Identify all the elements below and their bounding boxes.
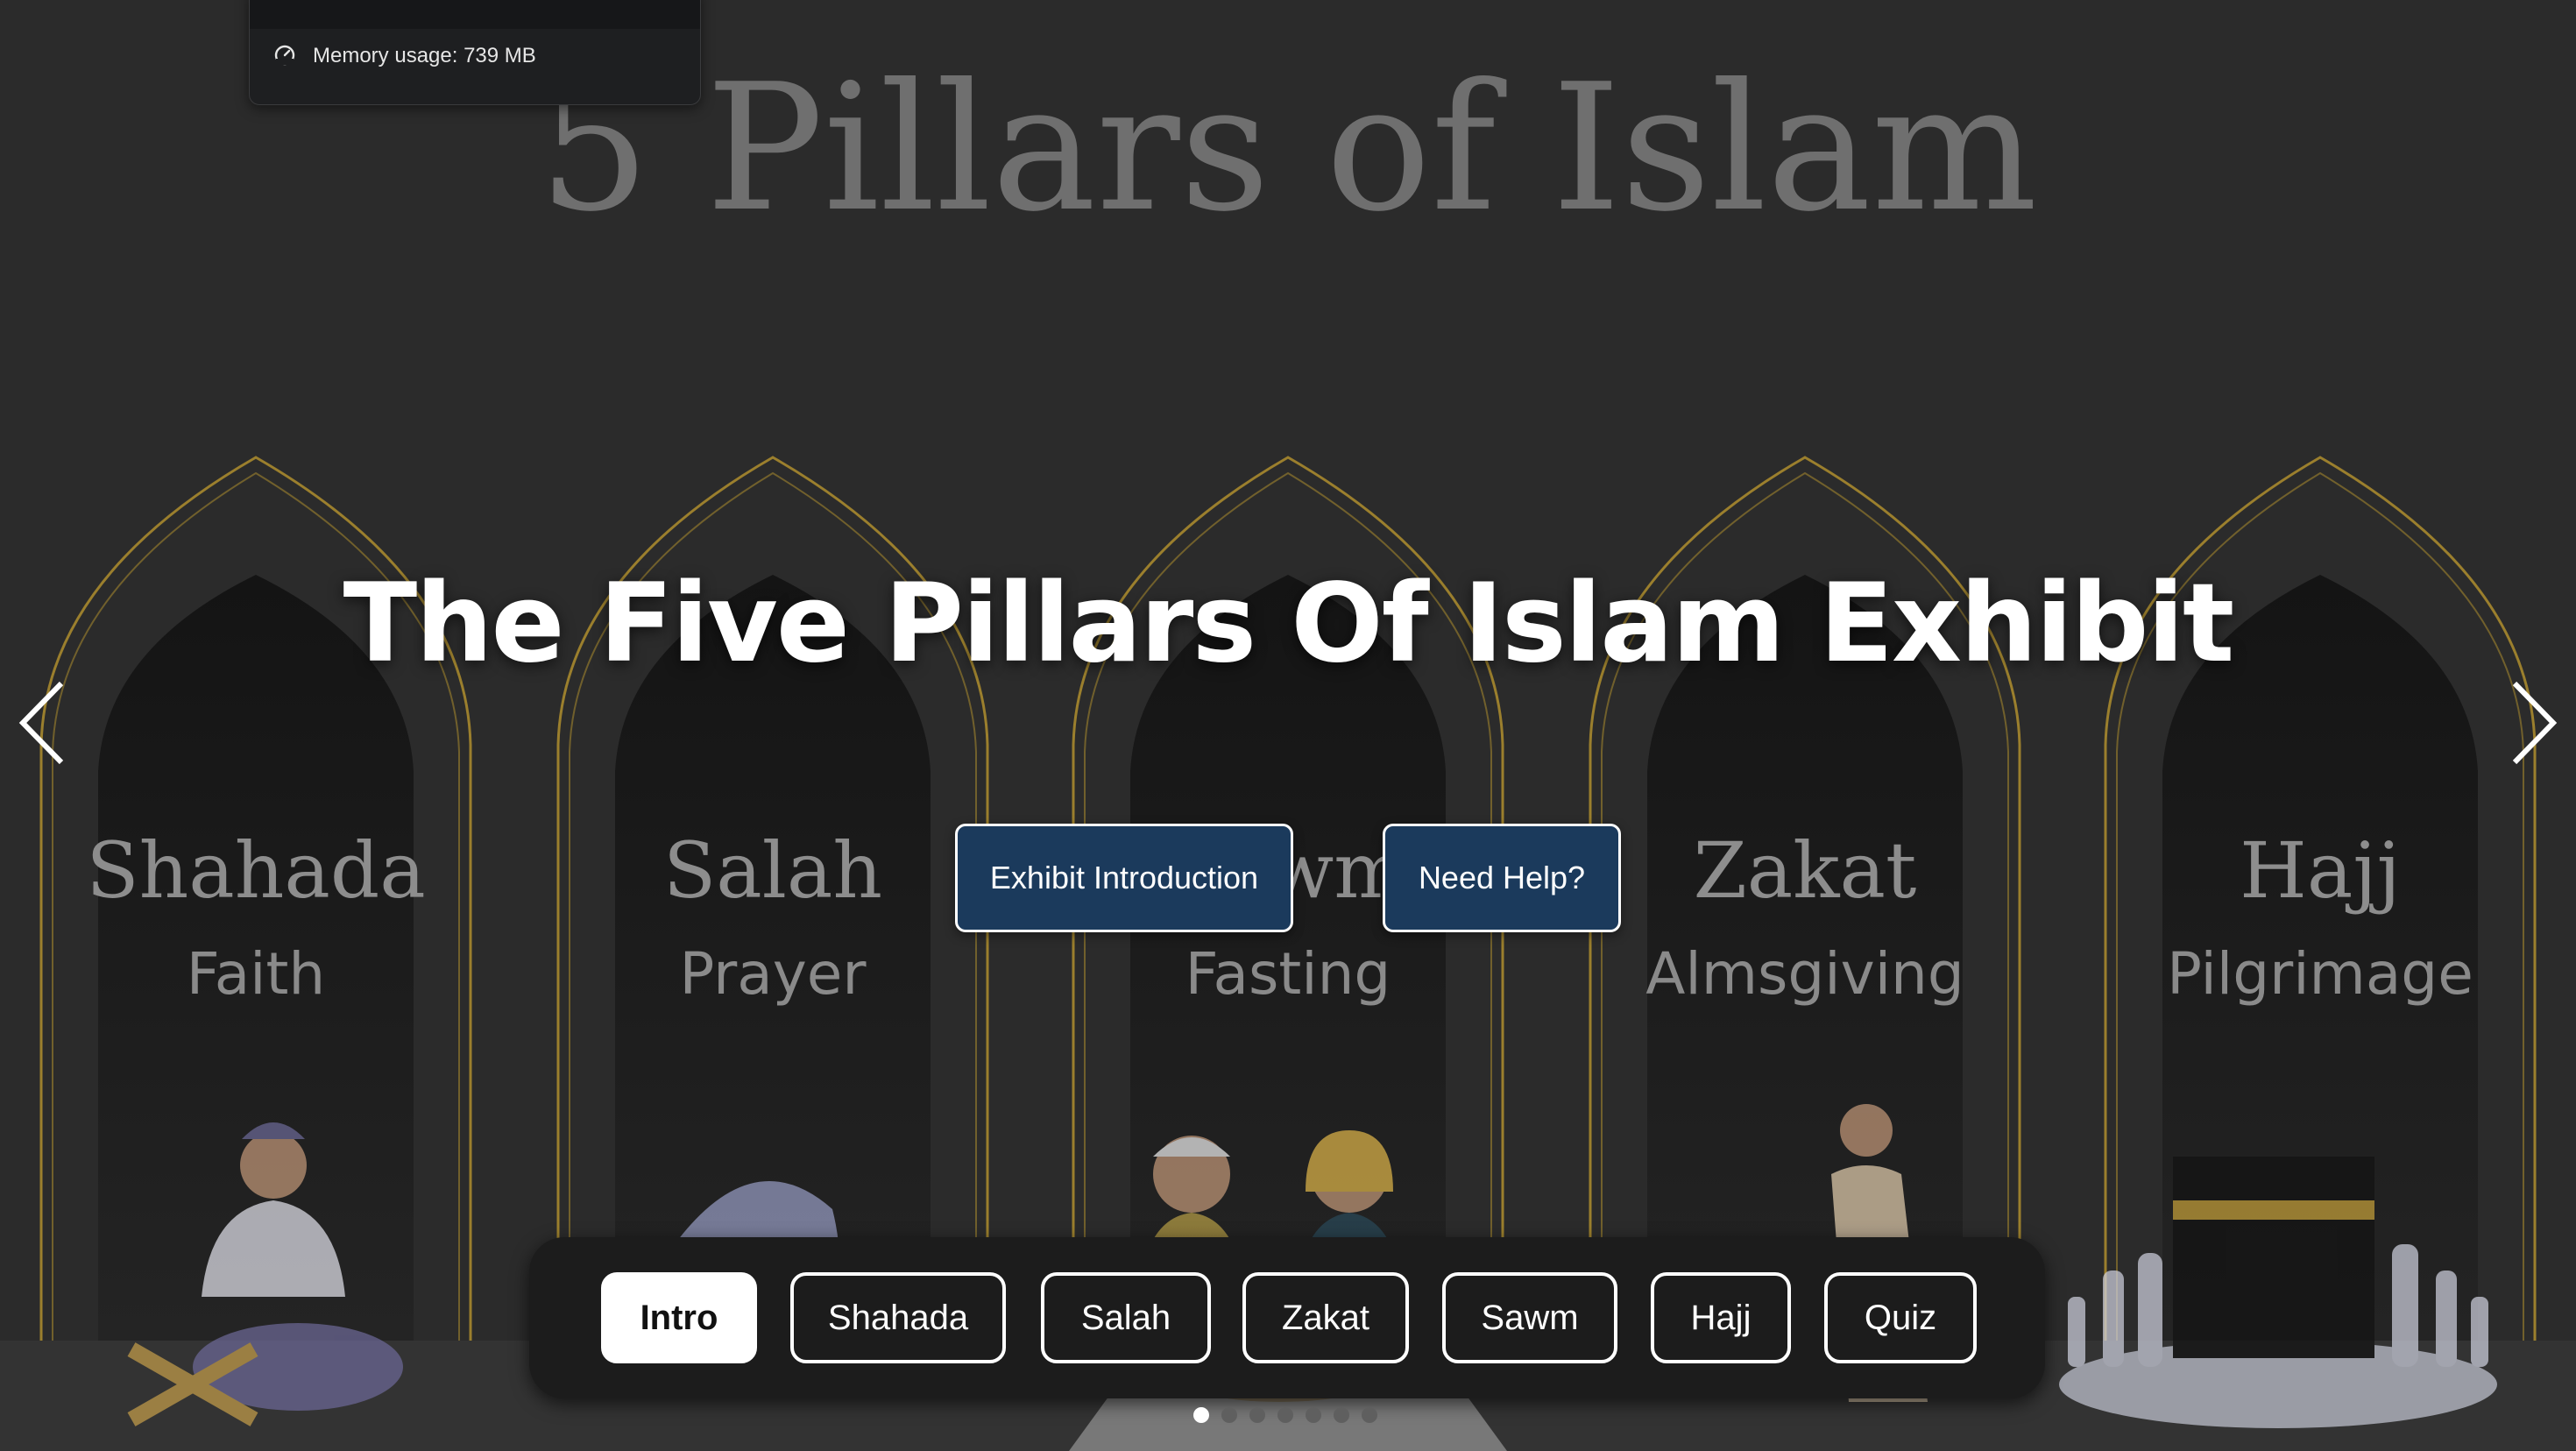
pillar-meaning: Fasting xyxy=(1185,940,1391,1008)
pillar-meaning: Faith xyxy=(187,940,325,1008)
chevron-right-icon xyxy=(2512,681,2558,765)
slide-dot-6[interactable] xyxy=(1334,1407,1349,1423)
slide-dot-3[interactable] xyxy=(1249,1407,1265,1423)
slide-dot-2[interactable] xyxy=(1221,1407,1237,1423)
banner-title: 5 Pillars of Islam xyxy=(539,46,2038,251)
slide-indicator-dots xyxy=(1193,1407,1377,1426)
gauge-icon xyxy=(272,42,297,71)
exhibit-stage: 5 Pillars of Islam Shahada Faith Salah Pray… xyxy=(0,0,2576,1451)
next-slide-button[interactable] xyxy=(2502,675,2564,771)
pillar-name: Hajj xyxy=(2240,825,2401,916)
nav-intro-button[interactable]: Intro xyxy=(601,1272,757,1363)
exhibit-introduction-button[interactable]: Exhibit Introduction xyxy=(955,824,1293,932)
pillar-name: Zakat xyxy=(1694,825,1917,916)
nav-shahada-button[interactable]: Shahada xyxy=(790,1272,1006,1363)
slide-dot-5[interactable] xyxy=(1306,1407,1321,1423)
nav-sawm-button[interactable]: Sawm xyxy=(1442,1272,1617,1363)
slide-dot-1[interactable] xyxy=(1193,1407,1209,1423)
nav-salah-button[interactable]: Salah xyxy=(1041,1272,1211,1363)
memory-usage-label: Memory usage: 739 MB xyxy=(313,44,536,67)
need-help-button[interactable]: Need Help? xyxy=(1383,824,1621,932)
pillar-meaning: Pilgrimage xyxy=(2167,940,2473,1008)
slide-dot-4[interactable] xyxy=(1277,1407,1293,1423)
pillar-name: Salah xyxy=(663,825,882,916)
pillar-meaning: Almsgiving xyxy=(1645,940,1964,1008)
pillar-name: Shahada xyxy=(86,825,425,916)
section-nav-bar: Intro Shahada Salah Zakat Sawm Hajj Quiz xyxy=(529,1237,2045,1398)
exhibit-title: The Five Pillars Of Islam Exhibit xyxy=(343,561,2235,687)
nav-zakat-button[interactable]: Zakat xyxy=(1242,1272,1409,1363)
previous-slide-button[interactable] xyxy=(12,675,74,771)
slide-dot-7[interactable] xyxy=(1362,1407,1377,1423)
nav-quiz-button[interactable]: Quiz xyxy=(1824,1272,1977,1363)
chevron-left-icon xyxy=(18,681,64,765)
nav-hajj-button[interactable]: Hajj xyxy=(1651,1272,1791,1363)
tooltip-top-strip xyxy=(250,0,700,29)
pillar-meaning: Prayer xyxy=(679,940,867,1008)
memory-usage-row: Memory usage: 739 MB xyxy=(272,41,536,71)
pillars-backdrop: 5 Pillars of Islam Shahada Faith Salah Pray… xyxy=(0,0,2576,1451)
memory-usage-tooltip: Memory usage: 739 MB xyxy=(249,0,701,105)
